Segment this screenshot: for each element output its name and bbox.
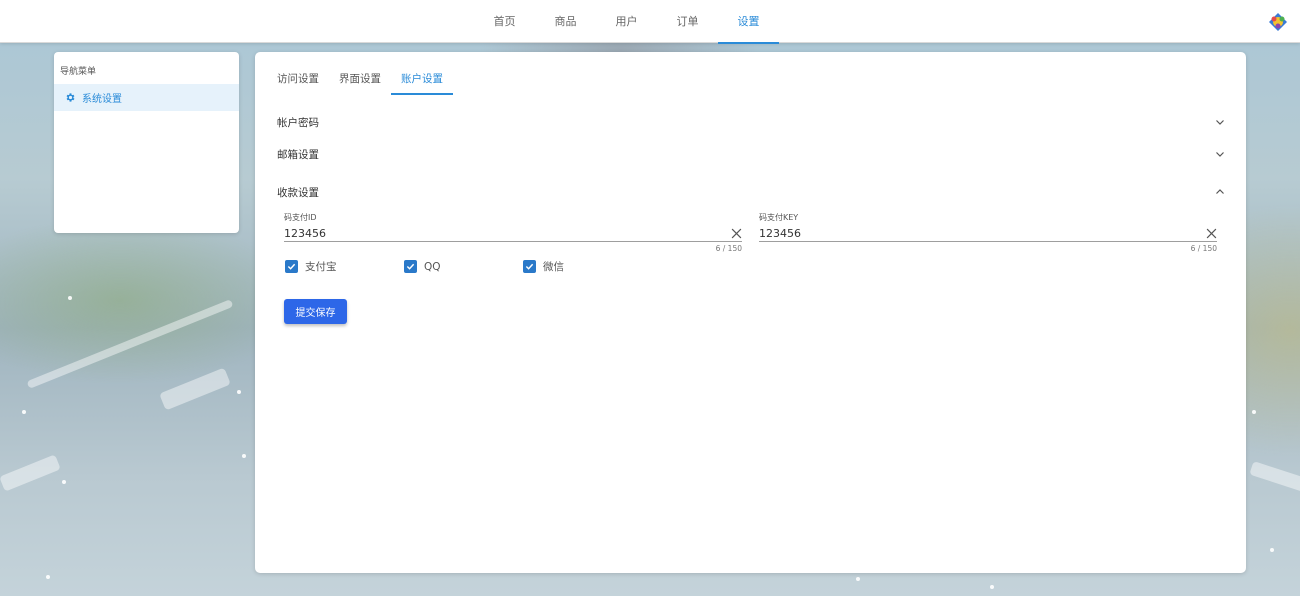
char-counter: 6 / 150 (715, 244, 742, 253)
submit-save-button[interactable]: 提交保存 (284, 299, 347, 324)
background-decoration (1249, 461, 1300, 493)
app-logo-icon[interactable] (1268, 12, 1288, 32)
payment-id-input[interactable] (284, 226, 684, 240)
chevron-down-icon (1216, 152, 1224, 157)
background-decoration (46, 575, 50, 579)
payment-key-field: 码支付KEY 6 / 150 (759, 212, 1217, 253)
section-account-password[interactable]: 帐户密码 (277, 112, 1225, 132)
nav-item-orders[interactable]: 订单 (657, 0, 718, 43)
tab-access-settings[interactable]: 访问设置 (267, 68, 329, 95)
background-decoration (856, 577, 860, 581)
background-decoration (159, 367, 231, 411)
section-title: 收款设置 (277, 186, 319, 199)
section-title: 邮箱设置 (277, 148, 319, 161)
background-decoration (0, 454, 61, 492)
checkbox-alipay[interactable]: 支付宝 (285, 259, 404, 274)
field-label: 码支付ID (284, 213, 317, 222)
main-nav: 首页 商品 用户 订单 设置 (474, 0, 779, 44)
checkbox-checked-icon[interactable] (404, 260, 417, 273)
section-payment-settings[interactable]: 收款设置 (277, 182, 1225, 202)
nav-item-home[interactable]: 首页 (474, 0, 535, 43)
settings-tabs: 访问设置 界面设置 账户设置 (267, 68, 453, 95)
clear-icon[interactable] (1206, 228, 1217, 239)
sidebar: 导航菜单 系统设置 (54, 52, 239, 233)
sidebar-title: 导航菜单 (60, 67, 97, 77)
background-decoration (990, 585, 994, 589)
gear-icon (66, 93, 75, 102)
background-decoration (62, 480, 66, 484)
field-row (284, 225, 742, 242)
checkbox-checked-icon[interactable] (523, 260, 536, 273)
section-title: 帐户密码 (277, 116, 319, 129)
background-decoration (22, 410, 26, 414)
settings-panel: 访问设置 界面设置 账户设置 帐户密码 邮箱设置 收款设置 码支付ID 6 / … (255, 52, 1246, 573)
top-navbar: 首页 商品 用户 订单 设置 (0, 0, 1300, 44)
tab-interface-settings[interactable]: 界面设置 (329, 68, 391, 95)
sidebar-item-system-settings[interactable]: 系统设置 (54, 84, 239, 111)
sidebar-item-label: 系统设置 (82, 94, 122, 105)
payment-methods: 支付宝 QQ 微信 (285, 259, 642, 274)
background-decoration (1270, 548, 1274, 552)
checkbox-label: 微信 (543, 261, 564, 273)
checkbox-wechat[interactable]: 微信 (523, 259, 642, 274)
payment-id-field: 码支付ID 6 / 150 (284, 212, 742, 253)
background-decoration (242, 454, 246, 458)
background-decoration (1252, 410, 1256, 414)
checkbox-label: QQ (424, 260, 441, 273)
nav-item-products[interactable]: 商品 (535, 0, 596, 43)
nav-item-settings[interactable]: 设置 (718, 0, 779, 44)
field-row (759, 225, 1217, 242)
char-counter: 6 / 150 (1190, 244, 1217, 253)
chevron-down-icon (1216, 120, 1224, 125)
nav-item-users[interactable]: 用户 (596, 0, 657, 43)
checkbox-qq[interactable]: QQ (404, 259, 523, 274)
background-decoration (237, 390, 241, 394)
clear-icon[interactable] (731, 228, 742, 239)
section-email-settings[interactable]: 邮箱设置 (277, 144, 1225, 164)
chevron-up-icon (1216, 189, 1224, 194)
field-label: 码支付KEY (759, 213, 799, 222)
background-decoration (68, 296, 72, 300)
checkbox-checked-icon[interactable] (285, 260, 298, 273)
tab-account-settings[interactable]: 账户设置 (391, 68, 453, 95)
checkbox-label: 支付宝 (305, 261, 337, 273)
payment-key-input[interactable] (759, 226, 1159, 240)
